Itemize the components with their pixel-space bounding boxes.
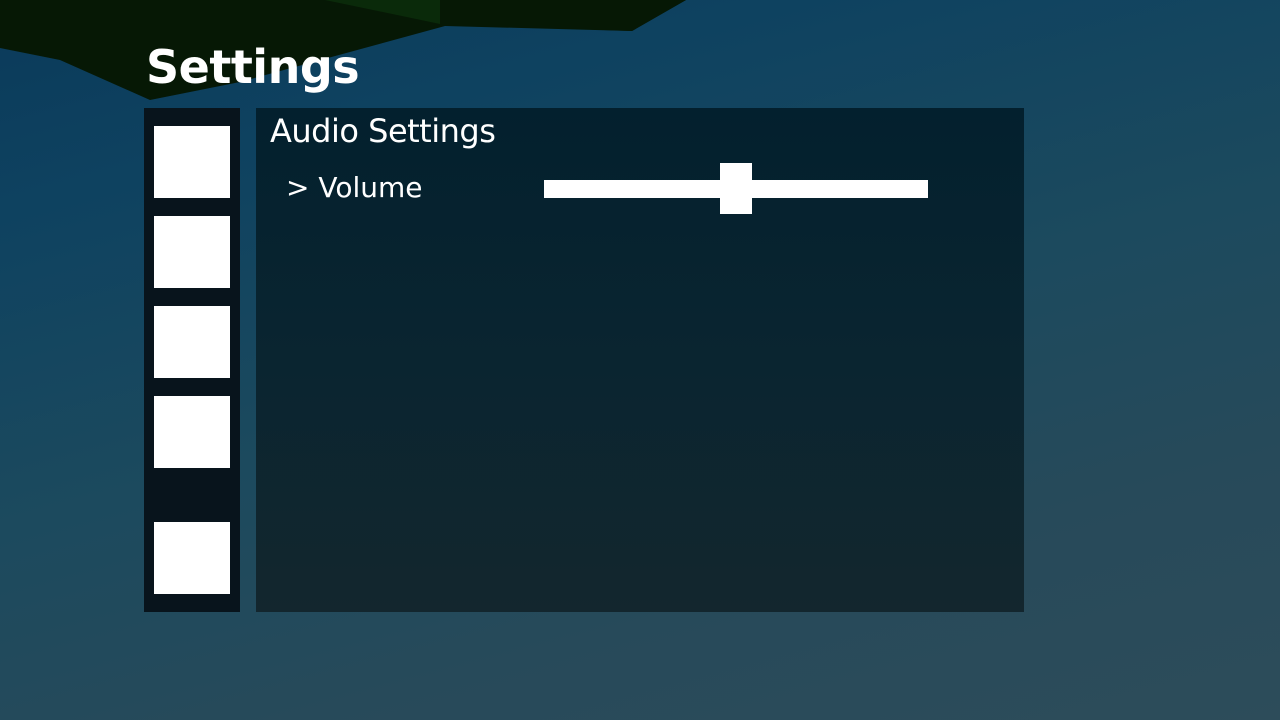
section-title: Audio Settings <box>270 112 496 150</box>
page-title: Settings <box>146 40 360 94</box>
sidebar-tab-button-2[interactable] <box>154 216 230 288</box>
sidebar-tab-button-1[interactable] <box>154 126 230 198</box>
sidebar-tab-button-3[interactable] <box>154 306 230 378</box>
volume-slider[interactable] <box>544 163 928 215</box>
settings-panel: Audio Settings > Volume <box>256 108 1024 612</box>
volume-slider-thumb[interactable] <box>720 163 752 214</box>
volume-setting-row: > Volume <box>286 163 986 218</box>
sidebar-tab-button-5[interactable] <box>154 522 230 594</box>
volume-label: > Volume <box>286 171 423 204</box>
sidebar <box>144 108 240 612</box>
sidebar-tab-button-4[interactable] <box>154 396 230 468</box>
